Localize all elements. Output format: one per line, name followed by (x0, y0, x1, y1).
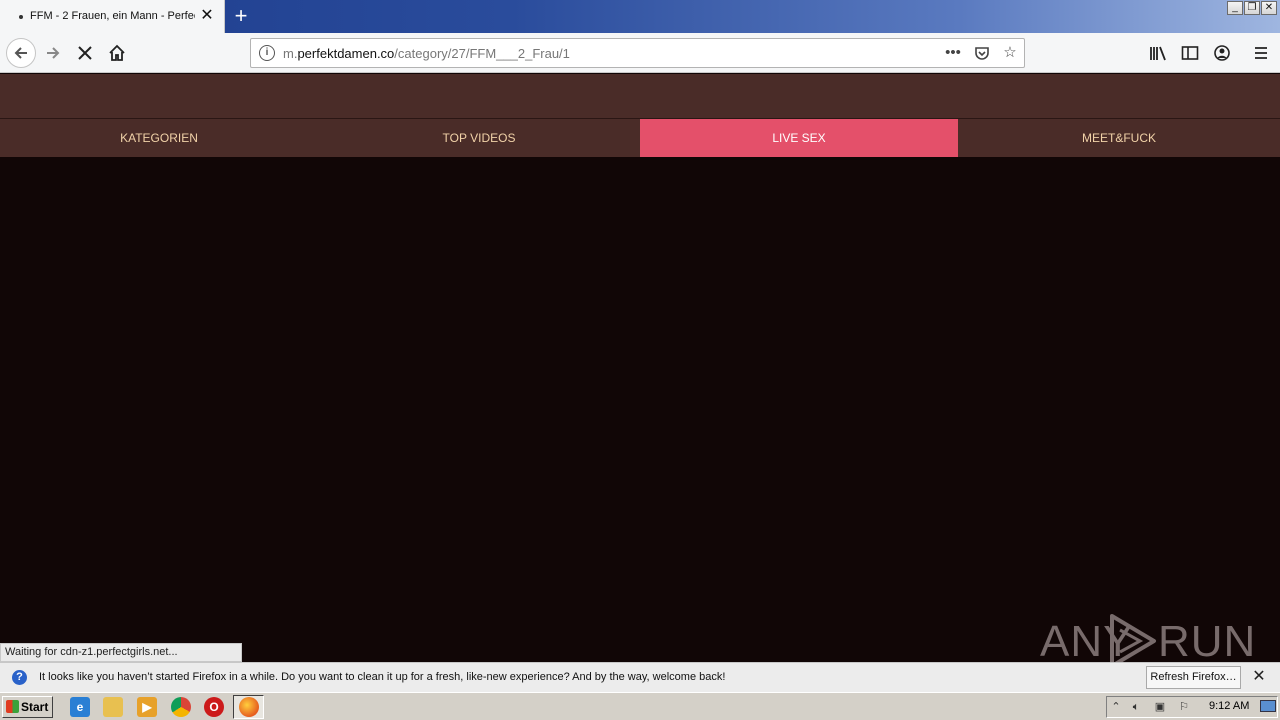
clock: 9:12 AM (1209, 700, 1250, 712)
status-bar: Waiting for cdn-z1.perfectgirls.net... (0, 643, 242, 662)
action-center-flag-icon[interactable]: ⚐ (1177, 700, 1191, 714)
chrome-icon[interactable] (171, 697, 191, 717)
tray-expand-icon[interactable]: ⌃ (1109, 700, 1123, 714)
start-button[interactable]: Start (2, 696, 53, 718)
home-button[interactable] (105, 41, 129, 65)
notification-text: It looks like you haven’t started Firefo… (39, 671, 726, 683)
network-icon[interactable]: ▣ (1153, 700, 1167, 714)
anyrun-watermark: ANY RUN (1040, 612, 1255, 668)
url-text[interactable]: m.perfektdamen.co/category/27/FFM___2_Fr… (283, 46, 570, 61)
firefox-icon (239, 697, 259, 717)
new-tab-button[interactable]: + (230, 4, 252, 28)
notification-close-icon[interactable]: ✕ (1250, 668, 1268, 686)
watermark-right-text: RUN (1158, 617, 1257, 666)
close-window-button[interactable]: ✕ (1261, 1, 1277, 15)
nav-top-videos[interactable]: TOP VIDEOS (318, 119, 640, 157)
site-navigation: KATEGORIEN TOP VIDEOS LIVE SEX MEET&FUCK (0, 118, 1280, 157)
home-icon (109, 44, 125, 61)
nav-meet-fuck[interactable]: MEET&FUCK (958, 119, 1280, 157)
back-arrow-icon (14, 47, 27, 59)
pocket-icon[interactable] (972, 43, 992, 63)
menu-icon[interactable] (1249, 41, 1273, 65)
sidebar-icon[interactable] (1178, 41, 1202, 65)
tab-close-icon[interactable]: ✕ (198, 7, 216, 25)
title-bar: FFM - 2 Frauen, ein Mann - Perfec ✕ + _ … (0, 0, 1280, 33)
media-player-icon[interactable]: ▶ (137, 697, 157, 717)
back-button[interactable] (6, 38, 36, 68)
stop-icon (78, 46, 92, 60)
file-explorer-icon[interactable] (103, 697, 123, 717)
forward-button[interactable] (41, 41, 65, 65)
volume-icon[interactable]: 🔈︎ (1129, 700, 1143, 714)
notification-bar: ? It looks like you haven’t started Fire… (0, 662, 1280, 692)
minimize-button[interactable]: _ (1227, 1, 1243, 15)
url-domain: perfektdamen.co (297, 46, 395, 61)
browser-tab[interactable]: FFM - 2 Frauen, ein Mann - Perfec ✕ (0, 0, 225, 33)
firefox-taskbar-button[interactable] (233, 695, 264, 719)
windows-taskbar: Start e ▶ O ⌃ 🔈︎ ▣ ⚐ 9:12 AM (0, 692, 1280, 720)
library-icon[interactable] (1146, 41, 1170, 65)
info-icon: ? (12, 670, 27, 685)
url-path: /category/27/FFM___2_Frau/1 (394, 46, 570, 61)
forward-arrow-icon (47, 47, 60, 59)
address-bar[interactable]: i m.perfektdamen.co/category/27/FFM___2_… (250, 38, 1025, 68)
nav-kategorien[interactable]: KATEGORIEN (0, 119, 318, 157)
tab-title: FFM - 2 Frauen, ein Mann - Perfec (30, 10, 195, 22)
page-actions-icon[interactable]: ••• (943, 43, 963, 63)
opera-icon[interactable]: O (204, 697, 224, 717)
system-tray: ⌃ 🔈︎ ▣ ⚐ 9:12 AM (1106, 696, 1278, 718)
restore-button[interactable]: ❐ (1244, 1, 1260, 15)
stop-button[interactable] (73, 41, 97, 65)
site-info-icon[interactable]: i (259, 45, 275, 61)
windows-logo-icon (6, 700, 19, 713)
bookmark-star-icon[interactable]: ☆ (1000, 43, 1020, 63)
page-content-area (0, 157, 1280, 662)
internet-explorer-icon[interactable]: e (70, 697, 90, 717)
tab-loading-icon (19, 15, 23, 19)
refresh-firefox-button[interactable]: Refresh Firefox… (1146, 666, 1241, 689)
account-icon[interactable] (1210, 41, 1234, 65)
nav-live-sex[interactable]: LIVE SEX (640, 119, 958, 157)
show-desktop-icon[interactable] (1260, 700, 1276, 712)
url-prefix: m. (283, 46, 298, 61)
start-label: Start (21, 700, 49, 714)
navigation-toolbar: i m.perfektdamen.co/category/27/FFM___2_… (0, 33, 1280, 73)
site-header (0, 74, 1280, 118)
